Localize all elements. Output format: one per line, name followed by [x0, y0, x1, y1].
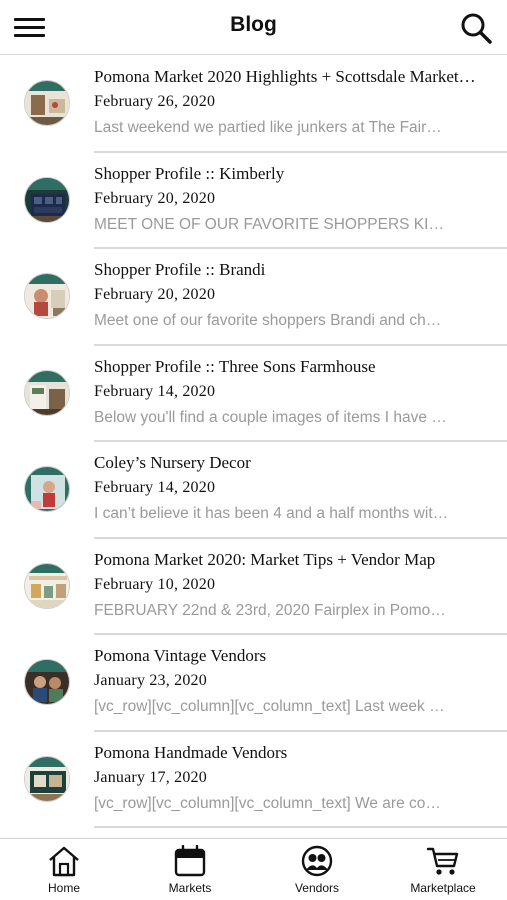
post-title: Shopper Profile :: Brandi — [94, 260, 266, 279]
post-title: Pomona Handmade Vendors — [94, 742, 288, 762]
post-thumbnail — [24, 80, 70, 126]
tab-home-label: Home — [47, 881, 80, 895]
post-date: January 23, 2020 — [94, 672, 207, 689]
post-title: Pomona Market 2020: Market Tips + Vendor… — [94, 549, 436, 569]
post-date: February 14, 2020 — [94, 382, 216, 400]
tab-markets[interactable]: Markets — [135, 845, 245, 899]
tab-vendors-label: Vendors — [294, 881, 340, 895]
home-icon — [9, 845, 119, 877]
post-thumbnail — [24, 176, 70, 223]
calendar-icon — [135, 845, 245, 877]
search-icon[interactable] — [459, 11, 493, 45]
page-title: Blog — [230, 13, 277, 36]
post-excerpt: FEBRUARY 22nd & 23rd, 2020 Fairplex in P… — [94, 601, 446, 619]
blog-post-item[interactable]: Pomona Vintage Vendors January 23, 2020 … — [0, 635, 507, 732]
tab-marketplace[interactable]: Marketplace — [388, 845, 498, 899]
post-date: February 14, 2020 — [94, 479, 216, 496]
blog-post-item[interactable]: Coley’s Nursery Decor February 14, 2020 … — [0, 442, 507, 539]
post-date: February 10, 2020 — [94, 575, 216, 593]
divider — [94, 826, 507, 828]
post-thumbnail — [24, 755, 70, 802]
post-title: Shopper Profile :: Kimberly — [94, 163, 285, 183]
post-date: February 20, 2020 — [94, 286, 216, 303]
post-thumbnail — [24, 273, 70, 319]
vendors-icon — [262, 845, 372, 877]
blog-post-item[interactable]: Shopper Profile :: Three Sons Farmhouse … — [0, 346, 507, 442]
blog-post-list: Pomona Market 2020 Highlights + Scottsda… — [0, 56, 507, 828]
post-title: Pomona Vintage Vendors — [94, 646, 267, 665]
tab-marketplace-label: Marketplace — [410, 881, 476, 895]
tab-home[interactable]: Home — [9, 845, 119, 899]
bottom-tab-bar: Home Markets Vendors Marketplace — [0, 838, 507, 900]
blog-post-item[interactable]: Shopper Profile :: Brandi February 20, 2… — [0, 249, 507, 346]
post-excerpt: Below you'll find a couple images of ite… — [94, 408, 447, 426]
post-title: Pomona Market 2020 Highlights + Scottsda… — [94, 67, 476, 86]
post-excerpt: I can’t believe it has been 4 and a half… — [94, 505, 449, 522]
app-header: Blog — [0, 0, 507, 55]
tab-vendors[interactable]: Vendors — [262, 845, 372, 899]
blog-post-item[interactable]: Shopper Profile :: Kimberly February 20,… — [0, 153, 507, 249]
post-excerpt: Last weekend we partied like junkers at … — [94, 119, 442, 136]
post-date: February 26, 2020 — [94, 93, 216, 110]
post-excerpt: Meet one of our favorite shoppers Brandi… — [94, 312, 442, 329]
tab-markets-label: Markets — [168, 881, 212, 895]
post-title: Coley’s Nursery Decor — [94, 453, 251, 472]
post-thumbnail — [24, 369, 70, 416]
post-excerpt: [vc_row][vc_column][vc_column_text] Last… — [94, 698, 445, 715]
post-thumbnail — [24, 562, 70, 609]
blog-post-item[interactable]: Pomona Market 2020: Market Tips + Vendor… — [0, 539, 507, 635]
post-date: February 20, 2020 — [94, 189, 216, 207]
post-excerpt: MEET ONE OF OUR FAVORITE SHOPPERS KI… — [94, 215, 444, 233]
post-excerpt: [vc_row][vc_column][vc_column_text] We a… — [94, 794, 441, 812]
blog-post-item[interactable]: Pomona Market 2020 Highlights + Scottsda… — [0, 56, 507, 153]
post-thumbnail — [24, 466, 70, 512]
cart-icon — [388, 845, 498, 877]
post-title: Shopper Profile :: Three Sons Farmhouse — [94, 356, 376, 376]
blog-post-item[interactable]: Pomona Handmade Vendors January 17, 2020… — [0, 732, 507, 828]
post-date: January 17, 2020 — [94, 768, 207, 786]
post-thumbnail — [24, 659, 70, 705]
